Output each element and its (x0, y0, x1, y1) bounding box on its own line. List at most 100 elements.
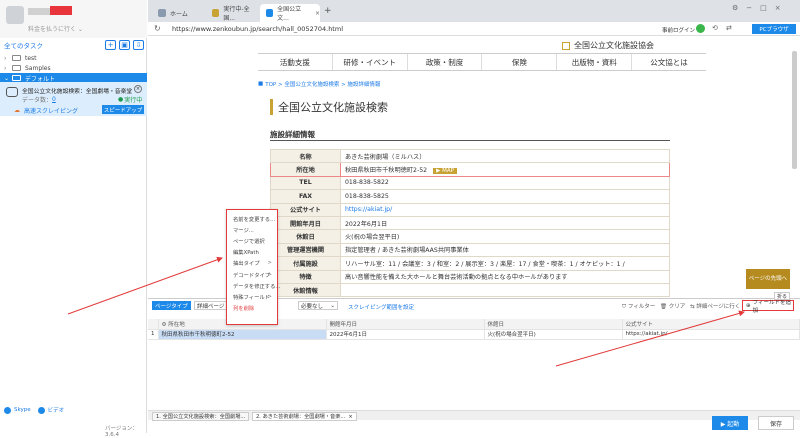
menu-item-modify-data[interactable]: データを修正する... (227, 280, 280, 291)
map-button[interactable]: ▶ MAP (433, 168, 457, 175)
video-icon (37, 406, 45, 414)
column-header[interactable]: 公式サイト (622, 319, 800, 330)
import-icon[interactable]: ⇩ (133, 40, 144, 50)
nav-item[interactable]: 出版物・資料 (556, 54, 631, 70)
menu-item-extract-type[interactable]: 抽出タイプ > (227, 258, 277, 269)
new-folder-icon[interactable]: ▣ (119, 40, 130, 50)
info-value[interactable]: リハーサル室：11 / 会議室：3 / 和室：2 / 展示室：3 / 楽屋：17… (340, 256, 670, 271)
table-cell[interactable]: https://akiat.jp/ (622, 329, 800, 340)
account-icon[interactable] (696, 24, 705, 33)
login-button[interactable]: 事前ログイン (662, 26, 695, 34)
website-link[interactable]: https://akiat.jp/ (340, 202, 670, 217)
info-key: 休館日 (270, 229, 341, 244)
tab-active[interactable]: 全国公立文... × (260, 4, 320, 22)
pagination-value: 必要なし (301, 303, 324, 310)
version-label: バージョン：3.6.4 (105, 426, 138, 438)
menu-item-delete-column[interactable]: 列を削除 (227, 303, 277, 314)
task-tab[interactable]: 1. 全国公立文化施設検索：全国劇場... (152, 412, 250, 421)
menu-item-edit-xpath[interactable]: 編集XPath (227, 247, 277, 258)
billing-link[interactable]: 料金を払うに行く ⌄ (28, 24, 83, 33)
cloud-scraping-link[interactable]: 高速スクレイピング (24, 106, 78, 115)
info-key: 公式サイト (270, 202, 341, 217)
start-button[interactable]: ▶ 起動 (712, 416, 748, 430)
nav-item[interactable]: 公文協とは (631, 54, 706, 70)
close-tab-icon[interactable]: × (315, 10, 320, 17)
speedup-button[interactable]: スピードアップ (102, 105, 144, 114)
info-value[interactable] (340, 282, 670, 298)
folder-icon (12, 75, 21, 81)
info-value[interactable]: 高い音響性能を備えた大ホールと舞台芸術活動の拠点となる中ホールがあります (340, 269, 670, 284)
clear-button[interactable]: 🗑 クリア (660, 302, 685, 310)
chevron-down-icon: ⌄ (4, 74, 10, 82)
settings-icon[interactable]: ⚙ (732, 4, 738, 12)
data-count[interactable]: 0 (52, 96, 56, 103)
video-link[interactable]: ビデオ (48, 406, 65, 414)
tree-folder-test[interactable]: › test (0, 53, 147, 63)
detail-page-button[interactable]: ⇆ 詳細ページに行く (690, 302, 740, 310)
info-value[interactable]: 018-838-5825 (340, 189, 670, 204)
folder-label: test (25, 54, 37, 62)
add-field-button[interactable]: ⊕ フィールドを追加 (742, 300, 794, 314)
info-value[interactable]: 指定管理者 / あきた芸術劇場AAS共同事業体 (340, 242, 670, 258)
minimize-icon[interactable]: − (746, 4, 752, 12)
url-field[interactable]: https://www.zenkoubun.jp/search/hall_005… (172, 24, 572, 34)
info-value[interactable]: 018-838-5822 (340, 175, 670, 191)
tree-folder-samples[interactable]: › Samples (0, 63, 147, 73)
info-key: 管理運営機関 (270, 242, 341, 258)
filter-button[interactable]: ⛉ フィルター (622, 302, 655, 311)
table-cell[interactable]: 火(祝の場合翌平日) (484, 329, 623, 340)
task-tab-active[interactable]: 2. あきた芸術劇場：全国劇場・音楽... × (252, 412, 357, 421)
task-tab-label: 1. 全国公立文化施設検索：全国劇場... (156, 414, 246, 420)
tab-running[interactable]: 実行中-全国... (206, 4, 258, 22)
save-button[interactable]: 保存 (758, 416, 794, 430)
tab-label: 全国公立文... (277, 6, 302, 22)
menu-item-select-on-page[interactable]: ページで選択 (227, 235, 277, 246)
menu-item-rename[interactable]: 名前を変更する... (227, 213, 277, 224)
info-value[interactable]: 2022年6月1日 (340, 215, 670, 231)
scrape-range-link[interactable]: スクレイピング範囲を設定 (348, 303, 414, 311)
nav-item[interactable]: 活動支援 (258, 54, 332, 70)
new-task-icon[interactable]: + (105, 40, 116, 50)
breadcrumb[interactable]: TOP > 全国公立文化施設検索 > 施設詳細情報 (265, 80, 380, 88)
info-key: 開館年月日 (270, 215, 341, 231)
back-to-top-button[interactable]: ページの先頭へ (746, 269, 790, 289)
pc-browser-button[interactable]: PCブラウザ (752, 24, 796, 34)
new-tab-icon[interactable]: + (324, 6, 332, 16)
collapse-button[interactable]: 折る (774, 292, 791, 300)
nav-item[interactable]: 政策・制度 (406, 54, 482, 70)
close-window-icon[interactable]: × (775, 4, 781, 12)
menu-label: 特殊フィールド (233, 294, 270, 301)
pagination-select[interactable]: 必要なし ⌄ (298, 301, 338, 310)
close-icon[interactable]: × (134, 85, 142, 93)
chevron-down-icon: ⌄ (330, 302, 335, 309)
skype-link[interactable]: Skype (14, 407, 31, 413)
menu-item-merge[interactable]: マージ... (227, 224, 277, 235)
site-logo[interactable]: 全国公立文化施設協会 (574, 40, 654, 51)
info-value[interactable]: 火(祝の場合翌平日) (340, 229, 670, 244)
page-scrollbar[interactable] (792, 51, 797, 169)
address-text[interactable]: 秋田県秋田市千秋明徳町2-52 (345, 167, 427, 174)
nav-item[interactable]: 研修・イベント (331, 54, 407, 70)
info-row: 所在地 秋田県秋田市千秋明徳町2-52 ▶ MAP (270, 162, 670, 177)
reload-icon[interactable]: ↻ (154, 24, 161, 33)
nav-item[interactable]: 保険 (481, 54, 556, 70)
info-key: 名称 (270, 148, 341, 164)
refresh-icon[interactable]: ⟲ (712, 24, 718, 32)
close-icon[interactable]: × (348, 414, 352, 420)
info-value[interactable]: 秋田県秋田市千秋明徳町2-52 ▶ MAP (340, 162, 670, 177)
menu-item-decode-type[interactable]: デコードタイプ > (227, 269, 277, 280)
table-cell[interactable]: 秋田県秋田市千秋明徳町2-52 (158, 329, 327, 340)
tab-home[interactable]: ホーム (152, 4, 204, 22)
menu-item-special-field[interactable]: 特殊フィールド > (227, 291, 277, 302)
page-type-button[interactable]: ページタイプ (152, 301, 191, 310)
info-value[interactable]: あきた芸術劇場（ミルハス） (340, 148, 670, 164)
table-cell[interactable]: 2022年6月1日 (326, 329, 485, 340)
maximize-icon[interactable]: □ (760, 4, 767, 12)
arrow-icon[interactable]: ⇄ (726, 24, 732, 32)
collapse-label: 折る (777, 293, 788, 300)
avatar[interactable] (6, 6, 24, 24)
index-header (148, 319, 159, 330)
column-header[interactable]: 休館日 (484, 319, 623, 330)
task-item[interactable]: 全国公立文化施設検索：全国劇場・音楽堂等 × データ数： 0 ● 実行中 ☁ 高… (0, 82, 147, 116)
column-header[interactable]: 開館年月日 (326, 319, 485, 330)
